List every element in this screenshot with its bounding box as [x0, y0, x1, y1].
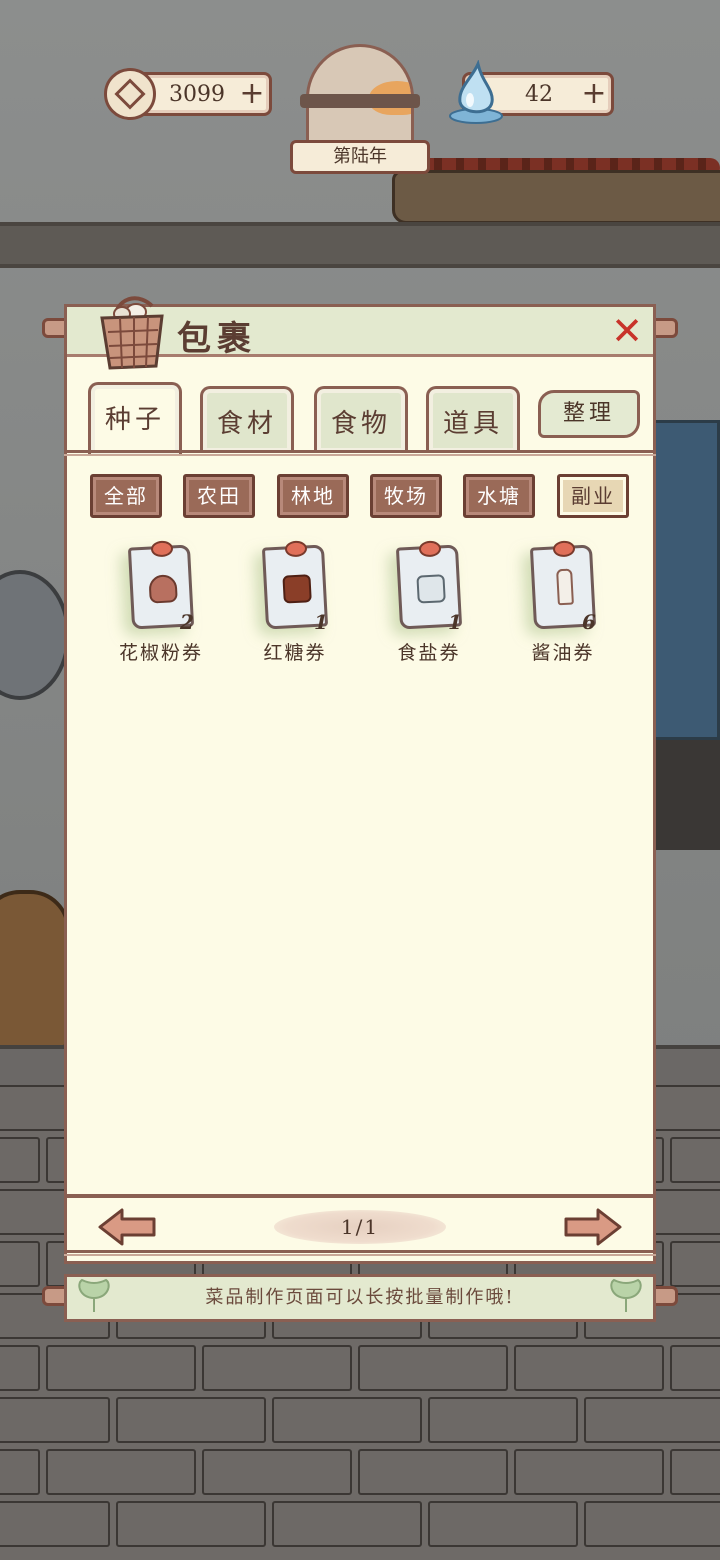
sort-button[interactable]: 整理 [538, 390, 640, 438]
background-jar [0, 890, 70, 1050]
item-count: 1 [314, 610, 328, 634]
item-count: 6 [582, 610, 596, 634]
item-name: 红糖券 [263, 642, 327, 664]
basket-icon [100, 296, 164, 370]
background-shelf [0, 222, 720, 268]
year-badge[interactable]: 第陆年 [290, 44, 430, 174]
item-brown-sugar-voucher[interactable]: 1 红糖券 [240, 544, 360, 666]
list-bottom-divider [64, 1194, 656, 1198]
filter-all[interactable]: 全部 [90, 474, 162, 518]
item-soy-sauce-voucher[interactable]: 6 酱油券 [508, 544, 628, 666]
item-count: 2 [180, 610, 194, 634]
salt-box-icon [416, 574, 446, 604]
water-drop-icon [449, 60, 503, 124]
filter-farmland[interactable]: 农田 [183, 474, 255, 518]
add-gems-button[interactable]: + [577, 79, 611, 109]
gem-value: 42 [525, 81, 553, 107]
ginkgo-leaf-icon [78, 1278, 110, 1312]
prev-page-arrow-icon[interactable] [96, 1206, 158, 1248]
tab-tools[interactable]: 道具 [426, 386, 520, 452]
filter-woodland[interactable]: 林地 [277, 474, 349, 518]
pepper-powder-jar-icon [148, 574, 178, 604]
pavilion-roof [300, 94, 420, 108]
next-page-arrow-icon[interactable] [562, 1206, 624, 1248]
panel-bottom-divider [64, 1250, 656, 1256]
soy-sauce-bottle-icon [556, 568, 574, 606]
tab-ingredients[interactable]: 食材 [200, 386, 294, 452]
coin-icon [104, 68, 156, 120]
add-coins-button[interactable]: + [235, 79, 269, 109]
item-salt-voucher[interactable]: 1 食盐券 [374, 544, 494, 666]
item-count: 1 [448, 610, 462, 634]
tab-food[interactable]: 食物 [314, 386, 408, 452]
tab-divider [64, 450, 656, 456]
filter-sideline[interactable]: 副业 [557, 474, 629, 518]
bag-title: 包裹 [177, 319, 257, 359]
background-tray [392, 170, 720, 224]
ginkgo-leaf-icon [610, 1278, 642, 1312]
close-icon[interactable]: ✕ [608, 312, 646, 350]
item-name: 花椒粉券 [118, 642, 203, 664]
brown-sugar-cubes-icon [282, 574, 312, 604]
item-name: 食盐券 [397, 642, 461, 664]
item-pepper-powder-voucher[interactable]: 2 花椒粉券 [106, 544, 226, 666]
coin-value: 3099 [169, 81, 225, 107]
tip-text: 菜品制作页面可以长按批量制作哦! [205, 1287, 515, 1308]
page-indicator: 1/1 [274, 1210, 446, 1244]
item-name: 酱油券 [531, 642, 595, 664]
filter-pasture[interactable]: 牧场 [370, 474, 442, 518]
tab-seeds[interactable]: 种子 [88, 382, 182, 454]
filter-pond[interactable]: 水塘 [463, 474, 535, 518]
year-label: 第陆年 [290, 140, 430, 174]
tip-bar: 菜品制作页面可以长按批量制作哦! [64, 1274, 656, 1322]
